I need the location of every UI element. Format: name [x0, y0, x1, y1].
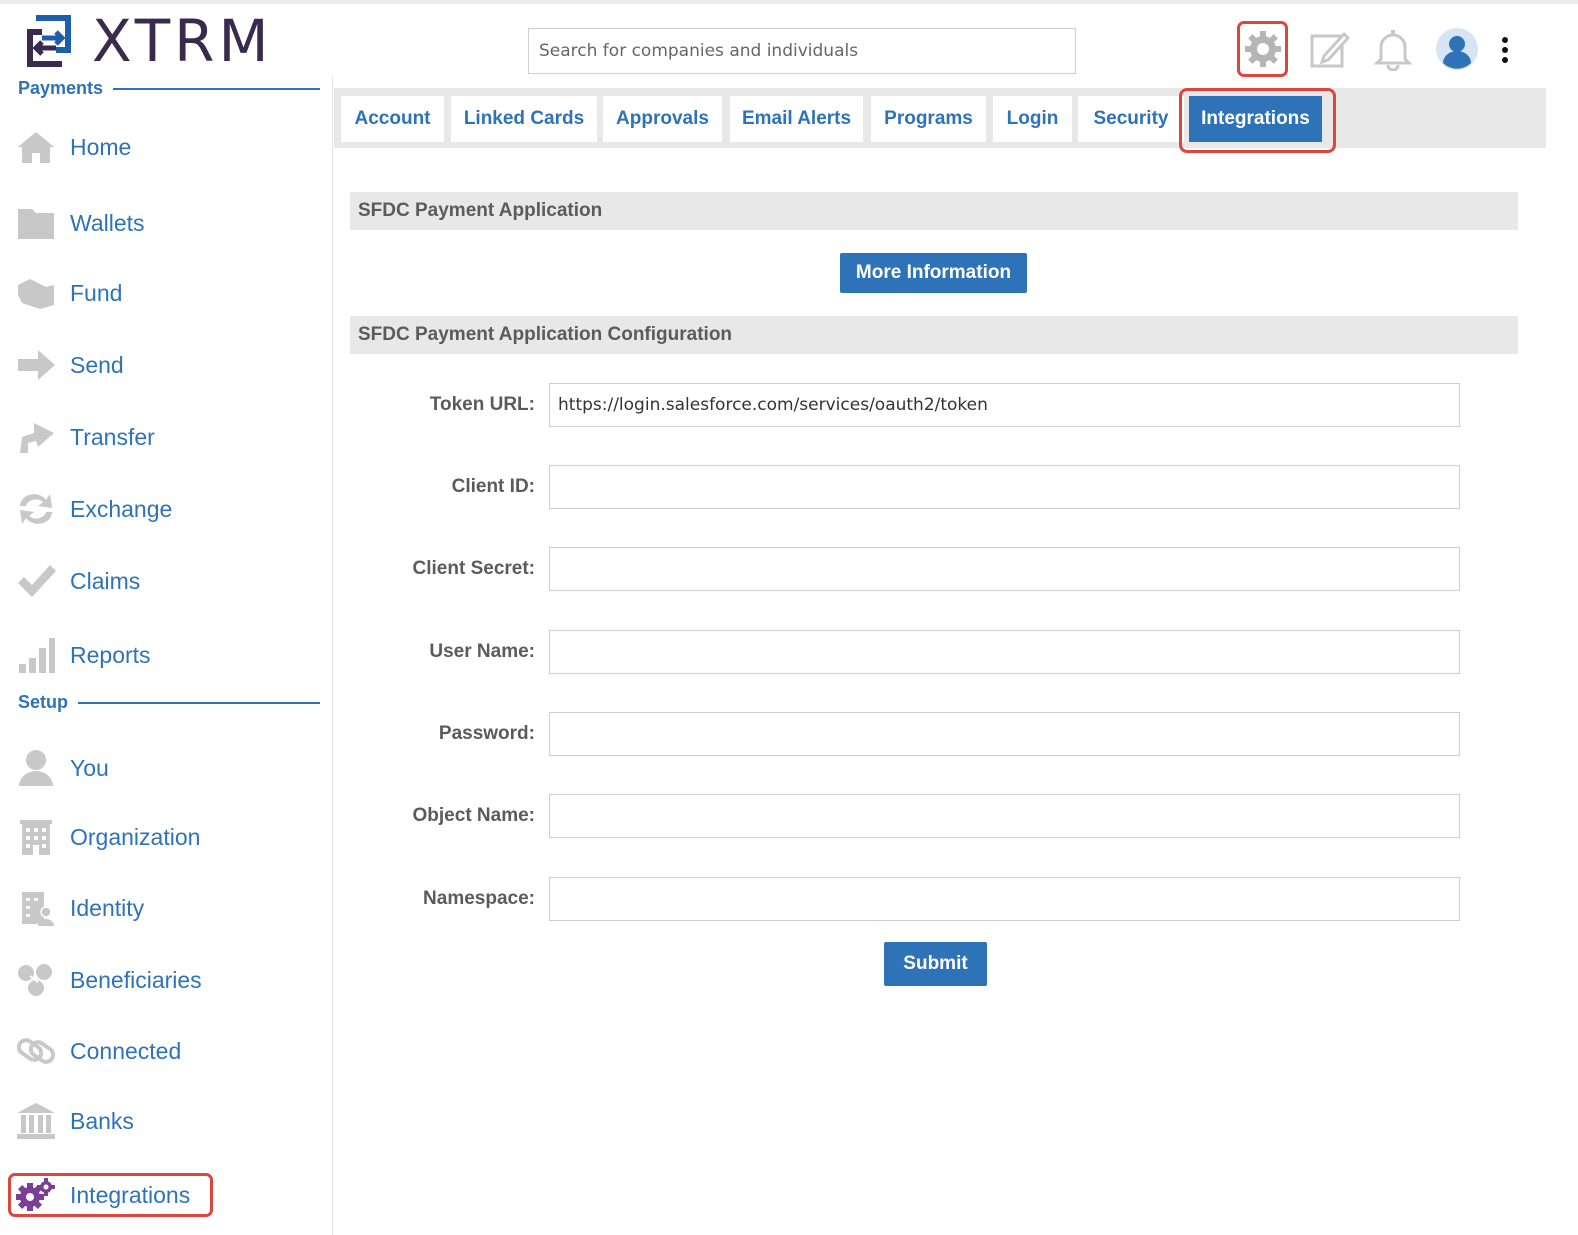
sidebar-item-integrations[interactable]: Integrations: [8, 1173, 213, 1217]
user-name-field[interactable]: [549, 630, 1460, 674]
search-input[interactable]: [528, 28, 1076, 74]
user-name-label: User Name:: [429, 641, 535, 662]
sidebar-item-connected[interactable]: Connected: [14, 1029, 314, 1073]
section-header-configuration: SFDC Payment Application Configuration: [350, 316, 1518, 354]
tab-login[interactable]: Login: [993, 96, 1072, 142]
edit-icon: [1310, 31, 1350, 68]
people-icon: [14, 958, 58, 1002]
building-icon: [14, 815, 58, 859]
avatar-icon: [1436, 28, 1478, 70]
section-header-payment-app: SFDC Payment Application: [350, 192, 1518, 230]
sidebar-item-banks[interactable]: Banks: [14, 1099, 314, 1143]
tab-email-alerts[interactable]: Email Alerts: [730, 96, 863, 142]
arrow-right-icon: [14, 343, 58, 387]
setup-header-label: Setup: [18, 692, 69, 712]
kebab-menu-icon: [1502, 37, 1508, 63]
sidebar-item-home[interactable]: Home: [14, 125, 314, 169]
settings-tab-bar: Account Linked Cards Approvals Email Ale…: [334, 88, 1546, 148]
bell-icon: [1373, 30, 1413, 71]
password-label: Password:: [438, 723, 535, 744]
xtrm-logo[interactable]: XTRM: [18, 7, 273, 75]
client-secret-label: Client Secret:: [412, 558, 535, 579]
checkmark-icon: [14, 559, 58, 603]
client-secret-field[interactable]: [549, 547, 1460, 591]
sidebar-item-exchange[interactable]: Exchange: [14, 487, 314, 531]
setup-section-header: Setup: [18, 692, 320, 713]
hand-money-icon: [14, 271, 58, 315]
sidebar-item-you[interactable]: You: [14, 746, 314, 790]
sidebar-item-label: Transfer: [70, 423, 155, 450]
gear-icon: [1244, 31, 1281, 67]
more-menu-button[interactable]: [1494, 30, 1516, 70]
sidebar-item-label: Identity: [70, 894, 145, 921]
sidebar-item-label: You: [70, 754, 109, 781]
sidebar-item-label: Banks: [70, 1107, 134, 1134]
tab-security[interactable]: Security: [1078, 96, 1184, 142]
submit-button[interactable]: Submit: [884, 942, 987, 986]
tab-approvals[interactable]: Approvals: [603, 96, 722, 142]
sidebar-item-label: Wallets: [70, 209, 145, 236]
object-name-label: Object Name:: [412, 805, 535, 826]
token-url-label: Token URL:: [429, 394, 535, 415]
sidebar-item-label: Home: [70, 133, 132, 160]
sidebar-item-transfer[interactable]: Transfer: [14, 415, 314, 459]
sidebar-item-wallets[interactable]: Wallets: [14, 201, 314, 245]
sidebar-item-label: Connected: [70, 1037, 182, 1064]
sidebar-item-label: Fund: [70, 279, 123, 306]
tab-programs[interactable]: Programs: [871, 96, 986, 142]
tab-linked-cards[interactable]: Linked Cards: [451, 96, 597, 142]
payments-header-label: Payments: [18, 78, 104, 98]
namespace-field[interactable]: [549, 877, 1460, 921]
tab-account[interactable]: Account: [341, 96, 444, 142]
identity-icon: [14, 886, 58, 930]
link-icon: [14, 1029, 58, 1073]
sidebar-item-label: Claims: [70, 567, 141, 594]
sidebar-item-claims[interactable]: Claims: [14, 559, 314, 603]
sidebar-item-label: Integrations: [70, 1181, 191, 1208]
sidebar-item-label: Send: [70, 351, 124, 378]
settings-button[interactable]: [1237, 21, 1288, 77]
user-avatar[interactable]: [1434, 26, 1480, 72]
client-id-label: Client ID:: [451, 476, 535, 497]
divider: [78, 701, 320, 704]
sidebar-item-label: Organization: [70, 823, 201, 850]
bar-chart-icon: [14, 633, 58, 677]
password-field[interactable]: [549, 712, 1460, 756]
user-icon: [14, 746, 58, 790]
exchange-icon: [14, 487, 58, 531]
sidebar-item-label: Reports: [70, 641, 151, 668]
bank-icon: [14, 1099, 58, 1143]
brand-name: XTRM: [92, 7, 273, 75]
home-icon: [14, 125, 58, 169]
object-name-field[interactable]: [549, 794, 1460, 838]
folder-icon: [14, 201, 58, 245]
divider: [113, 87, 320, 90]
top-border: [0, 0, 1578, 4]
sidebar-item-organization[interactable]: Organization: [14, 815, 314, 859]
arrow-up-right-icon: [14, 415, 58, 459]
more-information-button[interactable]: More Information: [840, 253, 1027, 293]
client-id-field[interactable]: [549, 465, 1460, 509]
token-url-field[interactable]: [549, 383, 1460, 427]
sidebar-item-beneficiaries[interactable]: Beneficiaries: [14, 958, 314, 1002]
logo-mark-icon: [27, 15, 71, 67]
sidebar-item-fund[interactable]: Fund: [14, 271, 314, 315]
sidebar: Payments Home Wallets Fund Send Transfer: [0, 76, 333, 1235]
gears-icon: [14, 1173, 58, 1217]
sidebar-item-label: Exchange: [70, 495, 173, 522]
payments-section-header: Payments: [18, 78, 320, 99]
sidebar-item-identity[interactable]: Identity: [14, 886, 314, 930]
active-tab-highlight: [1179, 88, 1336, 153]
sidebar-item-label: Beneficiaries: [70, 966, 202, 993]
namespace-label: Namespace:: [423, 888, 535, 909]
sidebar-item-send[interactable]: Send: [14, 343, 314, 387]
sidebar-item-reports[interactable]: Reports: [14, 633, 314, 677]
notifications-button[interactable]: [1370, 24, 1416, 74]
edit-button[interactable]: [1306, 24, 1352, 74]
